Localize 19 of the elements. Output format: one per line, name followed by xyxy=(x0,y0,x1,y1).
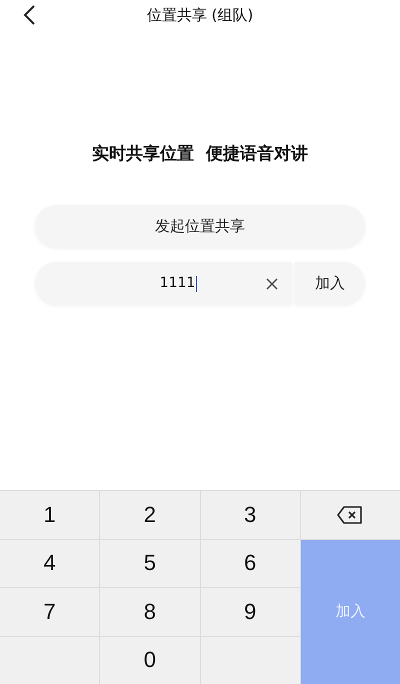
start-sharing-button[interactable]: 发起位置共享 xyxy=(35,205,365,248)
page-title: 位置共享 (组队) xyxy=(146,6,254,24)
digit-key[interactable]: 1 xyxy=(0,491,100,538)
digit-key[interactable]: 3 xyxy=(200,491,300,538)
digit-key[interactable]: 4 xyxy=(0,540,100,587)
digit-key[interactable]: 2 xyxy=(100,491,200,538)
digit-key[interactable]: 9 xyxy=(200,588,300,636)
clear-icon[interactable] xyxy=(266,278,278,290)
back-icon[interactable] xyxy=(22,4,36,26)
backspace-key[interactable] xyxy=(300,491,400,538)
digit-key[interactable]: 7 xyxy=(0,588,100,636)
backspace-icon xyxy=(336,504,364,525)
digit-key[interactable]: 6 xyxy=(200,540,300,587)
digit-key[interactable]: 5 xyxy=(100,540,200,587)
digit-key[interactable]: 0 xyxy=(100,636,200,684)
join-button[interactable]: 加入 xyxy=(295,262,365,305)
headline-text: 实时共享位置 便捷语音对讲 xyxy=(91,143,309,165)
digit-key[interactable]: 8 xyxy=(100,588,200,636)
room-code-field[interactable]: 1111 xyxy=(35,262,292,305)
